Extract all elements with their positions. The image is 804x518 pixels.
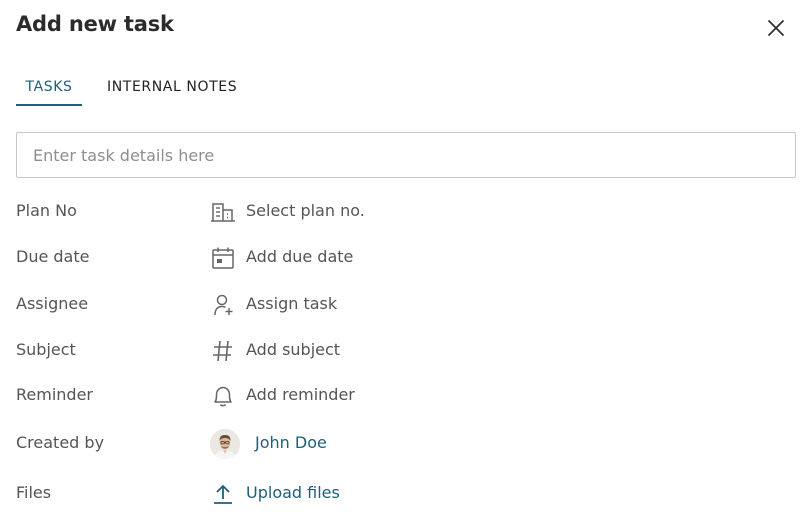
close-button[interactable] xyxy=(762,14,790,42)
add-task-dialog: Add new task TASKS INTERNAL NOTES Plan N… xyxy=(0,0,804,518)
reminder-row: Reminder Add reminder xyxy=(0,381,804,411)
select-plan-text: Select plan no. xyxy=(246,201,365,220)
upload-files-text: Upload files xyxy=(246,483,340,502)
created-by-label: Created by xyxy=(16,433,105,452)
tab-tasks-label: TASKS xyxy=(25,79,73,95)
add-reminder-text: Add reminder xyxy=(246,385,355,404)
due-date-row: Due date Add due date xyxy=(0,243,804,273)
assign-task-text: Assign task xyxy=(246,294,338,313)
files-label: Files xyxy=(16,483,52,502)
tab-internal-notes[interactable]: INTERNAL NOTES xyxy=(107,74,237,106)
tab-tasks[interactable]: TASKS xyxy=(16,74,82,106)
files-row: Files Upload files xyxy=(0,479,804,509)
created-by-name: John Doe xyxy=(255,433,327,452)
bell-icon xyxy=(214,386,232,407)
subject-row: Subject Add subject xyxy=(0,336,804,366)
tab-internal-notes-label: INTERNAL NOTES xyxy=(107,79,238,95)
calendar-icon xyxy=(212,247,234,269)
subject-label: Subject xyxy=(16,340,76,359)
hash-icon xyxy=(213,340,232,362)
upload-icon xyxy=(214,485,232,504)
building-icon xyxy=(211,203,235,222)
dialog-title: Add new task xyxy=(16,12,174,36)
created-by-row: Created by John Doe xyxy=(0,429,804,459)
assignee-label: Assignee xyxy=(16,294,89,313)
assignee-row: Assignee Assign task xyxy=(0,290,804,320)
add-subject-text: Add subject xyxy=(246,340,341,359)
plan-no-row: Plan No Select plan no. xyxy=(0,197,804,227)
active-tab-indicator xyxy=(16,104,82,106)
due-date-label: Due date xyxy=(16,247,90,266)
close-icon xyxy=(768,20,784,36)
add-user-icon xyxy=(214,294,233,316)
plan-no-label: Plan No xyxy=(16,201,77,220)
add-due-date-text: Add due date xyxy=(246,247,354,266)
avatar xyxy=(210,429,240,459)
reminder-label: Reminder xyxy=(16,385,93,404)
task-details-input[interactable] xyxy=(16,132,796,178)
